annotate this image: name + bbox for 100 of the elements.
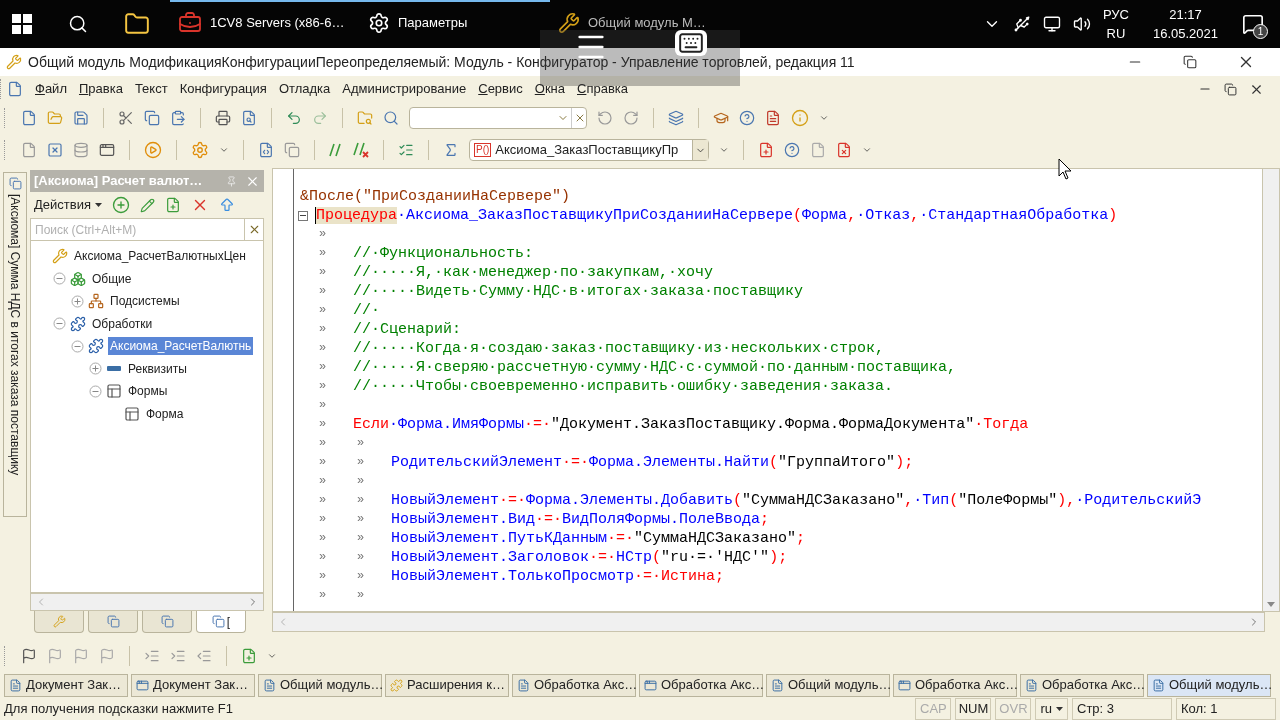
copy-icon[interactable] xyxy=(144,110,160,126)
document-icon[interactable] xyxy=(21,142,37,158)
windows-icon[interactable] xyxy=(668,110,684,126)
code-editor[interactable] xyxy=(272,168,1263,612)
copy-icon[interactable] xyxy=(284,142,300,158)
language-indicator[interactable]: RU xyxy=(1106,24,1126,43)
add-icon[interactable] xyxy=(111,196,130,214)
menu-item[interactable]: Сервис xyxy=(478,79,523,99)
scroll-down-icon[interactable] xyxy=(1267,602,1275,607)
save-icon[interactable] xyxy=(73,110,89,126)
open-folder-icon[interactable] xyxy=(47,110,63,126)
cut-icon[interactable] xyxy=(118,110,134,126)
folder-search-icon[interactable] xyxy=(357,110,373,126)
help-icon[interactable] xyxy=(739,110,755,126)
document-icon[interactable] xyxy=(810,142,826,158)
find-previous-icon[interactable] xyxy=(597,110,613,126)
toolbox-icon[interactable] xyxy=(178,11,202,35)
expand-toggle[interactable] xyxy=(71,294,84,308)
menu-item[interactable]: Файл xyxy=(35,79,67,99)
dropdown-icon[interactable] xyxy=(719,145,729,155)
document-icon[interactable] xyxy=(765,110,781,126)
document-icon[interactable] xyxy=(241,648,257,664)
procedure-selector[interactable]: P() Аксиома_ЗаказПоставщикуПр xyxy=(469,139,709,161)
search-field[interactable]: Поиск (Ctrl+Alt+M) xyxy=(30,218,245,241)
dropdown-icon[interactable] xyxy=(819,113,829,123)
language-indicator[interactable]: РУС xyxy=(1102,5,1129,24)
collapse-toggle[interactable] xyxy=(71,339,84,353)
tree-item[interactable]: Общие xyxy=(90,269,134,288)
tree-item[interactable]: Форма xyxy=(144,404,186,423)
windows-logo-icon[interactable] xyxy=(12,14,32,34)
menu-item[interactable]: Правка xyxy=(78,79,123,99)
new-document-icon[interactable] xyxy=(21,110,37,126)
dropdown-icon[interactable] xyxy=(862,145,872,155)
help-icon[interactable] xyxy=(784,142,800,158)
menu-item[interactable]: Администрирование xyxy=(342,79,467,99)
database-icon[interactable] xyxy=(73,142,89,158)
search-combo-field[interactable] xyxy=(409,107,587,129)
tree-item[interactable]: Аксиома_РасчетВалютныхЦен xyxy=(72,247,248,266)
play-icon[interactable] xyxy=(144,141,162,159)
menu-item[interactable]: Текст xyxy=(134,79,168,99)
restore-icon[interactable] xyxy=(1183,55,1197,69)
uncomment-icon[interactable] xyxy=(353,142,369,158)
find-next-icon[interactable] xyxy=(623,110,639,126)
restore-icon[interactable] xyxy=(1224,82,1237,96)
panel-tab[interactable]: [ xyxy=(196,611,246,633)
window-tab[interactable]: Обработка Акс… xyxy=(639,673,763,697)
clock-time[interactable]: 21:17 xyxy=(1169,5,1202,24)
preview-icon[interactable] xyxy=(241,110,257,126)
outdent-icon[interactable] xyxy=(196,648,212,664)
window-tab[interactable]: Обработка Акс… xyxy=(893,673,1017,697)
window-tab[interactable]: Общий модуль… xyxy=(766,673,890,697)
window-tab[interactable]: Документ Зак… xyxy=(4,673,128,697)
query-icon[interactable] xyxy=(443,142,459,158)
undo-icon[interactable] xyxy=(286,110,302,126)
window-tab[interactable]: Документ Зак… xyxy=(131,673,255,697)
print-icon[interactable] xyxy=(215,110,231,126)
clear-search-button[interactable] xyxy=(245,218,264,241)
collapse-toggle[interactable] xyxy=(89,384,102,398)
side-tab[interactable]: [Аксиома] Сумма НДС в итогах заказа поставщику xyxy=(3,172,27,517)
menu-item[interactable]: Справка xyxy=(577,79,628,99)
window-tab[interactable]: Общий модуль… xyxy=(1147,673,1271,697)
window-icon[interactable] xyxy=(99,142,115,158)
menu-item[interactable]: Отладка xyxy=(278,79,331,99)
search-icon[interactable] xyxy=(68,14,88,34)
volume-icon[interactable] xyxy=(1072,15,1091,33)
dropdown-icon[interactable] xyxy=(219,145,229,155)
comment-icon[interactable] xyxy=(329,143,343,157)
horizontal-scrollbar[interactable] xyxy=(272,612,1265,632)
vertical-scrollbar[interactable] xyxy=(1263,168,1280,612)
window-close-icon[interactable] xyxy=(47,142,63,158)
menu-item[interactable]: Конфигурация xyxy=(179,79,267,99)
usb-icon[interactable] xyxy=(1012,15,1031,33)
edit-icon[interactable] xyxy=(139,197,155,213)
copy-document-icon[interactable] xyxy=(164,197,181,213)
actions-menu-button[interactable]: Действия xyxy=(34,195,102,215)
horizontal-scrollbar[interactable] xyxy=(30,593,264,611)
window-tab[interactable]: Обработка Акс… xyxy=(512,673,636,697)
folder-icon[interactable] xyxy=(124,11,150,37)
graduate-icon[interactable] xyxy=(713,110,729,126)
info-icon[interactable] xyxy=(791,109,809,127)
window-tab[interactable]: Расширения к… xyxy=(385,673,509,697)
tree-item[interactable]: Обработки xyxy=(90,314,155,333)
tree-item[interactable]: Реквизиты xyxy=(126,359,189,378)
indent-icon[interactable] xyxy=(144,648,160,664)
language-selector[interactable]: ru xyxy=(1035,698,1068,720)
clock-date[interactable]: 16.05.2021 xyxy=(1152,24,1218,43)
paste-icon[interactable] xyxy=(170,110,186,126)
window-tab[interactable]: Обработка Акс… xyxy=(1020,673,1144,697)
taskbar-app[interactable]: Общий модуль М… xyxy=(550,0,740,48)
menu-item[interactable]: Окна xyxy=(534,79,565,99)
checklist-icon[interactable] xyxy=(398,142,414,158)
expand-toggle[interactable] xyxy=(89,362,102,376)
delete-document-icon[interactable] xyxy=(836,142,852,158)
app-icon[interactable] xyxy=(558,12,580,34)
indent-icon[interactable] xyxy=(170,648,186,664)
collapse-toggle[interactable] xyxy=(53,317,66,331)
window-tab[interactable]: Общий модуль… xyxy=(258,673,382,697)
panel-tab[interactable] xyxy=(88,611,138,633)
tree-item[interactable]: Формы xyxy=(126,382,170,401)
fold-toggle[interactable] xyxy=(298,210,308,221)
